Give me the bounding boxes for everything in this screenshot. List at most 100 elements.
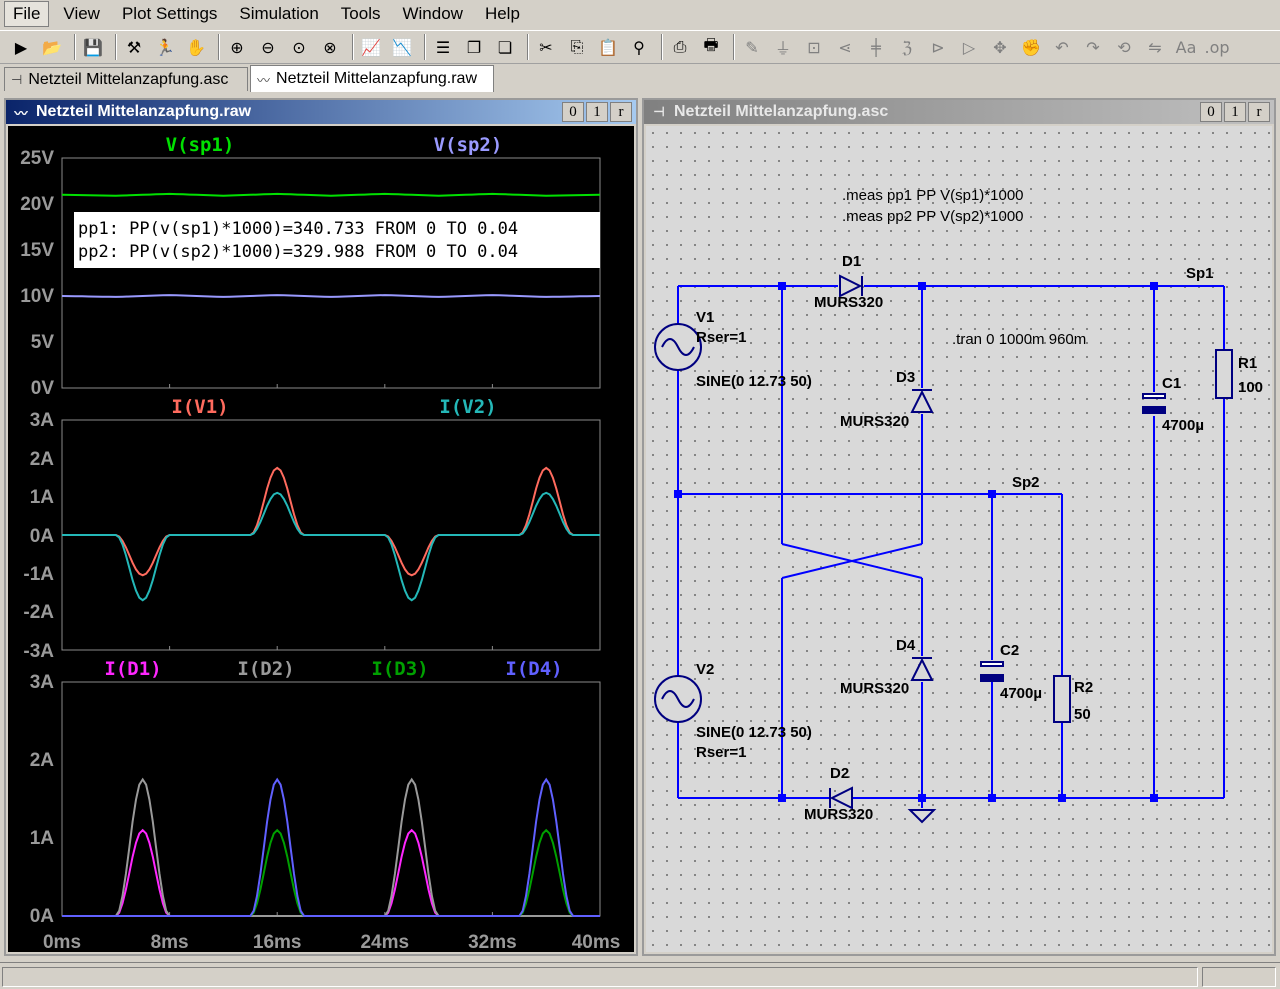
drag-icon[interactable]: ✊ (1018, 34, 1044, 60)
trace-label-id2[interactable]: I(D2) (237, 658, 294, 680)
capacitor-c2[interactable] (980, 661, 1004, 682)
paste-icon[interactable]: 📋 (595, 34, 621, 60)
mirror-icon[interactable]: ⇋ (1142, 34, 1168, 60)
tile-horizontal-icon[interactable]: ☰ (430, 34, 456, 60)
x-tick-label: 16ms (253, 932, 302, 952)
diode-d2[interactable] (829, 786, 853, 810)
y-tick-label: -2A (23, 602, 54, 623)
zoom-cancel-icon[interactable]: ⊗ (317, 34, 343, 60)
zoom-fit-icon[interactable]: ⊙ (286, 34, 312, 60)
voltage-source-v2[interactable] (654, 675, 702, 723)
trace-vsp2[interactable] (61, 294, 601, 298)
trace-label-vsp1[interactable]: V(sp1) (166, 134, 235, 156)
plot-area[interactable]: 25V 20V 15V 10V 5V 0V 3A 2A 1A 0A -1A -2… (8, 126, 634, 953)
copy-icon[interactable]: ⎘ (564, 34, 590, 60)
v2-name: V2 (696, 661, 714, 678)
maximize-button[interactable]: 1 (1224, 102, 1246, 122)
redo-icon[interactable]: ↷ (1080, 34, 1106, 60)
diode-d4[interactable] (910, 657, 934, 681)
cut-icon[interactable]: ✂ (533, 34, 559, 60)
zoom-out-icon[interactable]: ⊖ (255, 34, 281, 60)
halt-icon[interactable]: ✋ (183, 34, 209, 60)
schematic-drawing[interactable]: .meas pp1 PP V(sp1)*1000 .meas pp2 PP V(… (646, 126, 1272, 952)
tran-directive[interactable]: .tran 0 1000m 960m (952, 331, 1086, 348)
tab-waveform[interactable]: 〰 Netzteil Mittelanzapfung.raw (250, 65, 494, 92)
diode-icon[interactable]: ⊳ (925, 34, 951, 60)
junction (1150, 282, 1158, 290)
trace-iv1[interactable] (62, 466, 600, 577)
schematic-canvas[interactable]: .meas pp1 PP V(sp1)*1000 .meas pp2 PP V(… (646, 126, 1272, 952)
menu-help[interactable]: Help (477, 2, 528, 26)
trace-label-id4[interactable]: I(D4) (505, 658, 562, 680)
resistor-icon[interactable]: ⋖ (832, 34, 858, 60)
x-tick-label: 0ms (43, 932, 81, 952)
text-icon[interactable]: Aa (1173, 34, 1199, 60)
component-icon[interactable]: ▷ (956, 34, 982, 60)
menu-tools[interactable]: Tools (333, 2, 389, 26)
voltage-source-v1[interactable] (654, 323, 702, 371)
resistor-r1[interactable] (1215, 349, 1233, 399)
menu-simulation[interactable]: Simulation (231, 2, 326, 26)
trace-label-id1[interactable]: I(D1) (104, 658, 161, 680)
spice-directive-icon[interactable]: .op (1204, 34, 1230, 60)
tile-vertical-icon[interactable]: ❐ (461, 34, 487, 60)
ground-symbol[interactable] (907, 809, 937, 824)
open-icon[interactable]: 📂 (39, 34, 65, 60)
capacitor-c1[interactable] (1142, 393, 1166, 414)
status-pane-main (2, 967, 1198, 987)
trace-vsp1[interactable] (61, 192, 601, 197)
trace-label-iv2[interactable]: I(V2) (439, 396, 496, 418)
measurement-pp2: pp2: PP(v(sp2)*1000)=329.988 FROM 0 TO 0… (78, 242, 518, 262)
waveform-plot[interactable]: 25V 20V 15V 10V 5V 0V 3A 2A 1A 0A -1A -2… (8, 126, 634, 953)
r2-name: R2 (1074, 679, 1093, 696)
run-icon[interactable]: ▶ (8, 34, 34, 60)
ground-icon[interactable]: ⏚ (770, 34, 796, 60)
trace-id4[interactable] (62, 777, 600, 917)
move-icon[interactable]: ✥ (987, 34, 1013, 60)
menu-file[interactable]: File (4, 1, 50, 27)
label-icon[interactable]: ⊡ (801, 34, 827, 60)
print-icon[interactable]: ⎙ (667, 34, 693, 60)
trace-label-id3[interactable]: I(D3) (371, 658, 428, 680)
save-icon[interactable]: 💾 (80, 34, 106, 60)
trace-id3[interactable] (62, 828, 600, 917)
waveform-titlebar[interactable]: 〰 Netzteil Mittelanzapfung.raw 0 1 r (6, 100, 636, 124)
menu-plot-settings[interactable]: Plot Settings (114, 2, 225, 26)
print-setup-icon[interactable]: 🖶 (698, 34, 724, 60)
net-label-sp1[interactable]: Sp1 (1186, 265, 1214, 282)
minimize-button[interactable]: 0 (562, 102, 584, 122)
junction (1058, 794, 1066, 802)
menu-window[interactable]: Window (394, 2, 470, 26)
cascade-icon[interactable]: ❏ (492, 34, 518, 60)
rotate-icon[interactable]: ⟲ (1111, 34, 1137, 60)
meas-directive-2[interactable]: .meas pp2 PP V(sp2)*1000 (842, 208, 1024, 225)
diode-d3[interactable] (910, 389, 934, 413)
diode-d1[interactable] (839, 274, 863, 298)
toolbar-separator (661, 34, 663, 60)
net-label-sp2[interactable]: Sp2 (1012, 474, 1040, 491)
pick-traces-icon[interactable]: 📉 (389, 34, 415, 60)
trace-id2[interactable] (62, 777, 600, 917)
tab-schematic[interactable]: ⊣ Netzteil Mittelanzapfung.asc (4, 67, 248, 91)
inductor-icon[interactable]: ℨ (894, 34, 920, 60)
restore-button[interactable]: r (610, 102, 632, 122)
trace-id1[interactable] (62, 828, 600, 917)
control-panel-icon[interactable]: ⚒ (121, 34, 147, 60)
find-icon[interactable]: ⚲ (626, 34, 652, 60)
trace-label-iv1[interactable]: I(V1) (171, 396, 228, 418)
menu-view[interactable]: View (55, 2, 108, 26)
wire-icon[interactable]: ✎ (739, 34, 765, 60)
trace-label-vsp2[interactable]: V(sp2) (434, 134, 503, 156)
autorange-icon[interactable]: 📈 (358, 34, 384, 60)
meas-directive-1[interactable]: .meas pp1 PP V(sp1)*1000 (842, 187, 1024, 204)
zoom-in-icon[interactable]: ⊕ (224, 34, 250, 60)
run-stop-icon[interactable]: 🏃 (152, 34, 178, 60)
capacitor-icon[interactable]: ╪ (863, 34, 889, 60)
resistor-r2[interactable] (1053, 675, 1071, 723)
undo-icon[interactable]: ↶ (1049, 34, 1075, 60)
maximize-button[interactable]: 1 (586, 102, 608, 122)
trace-iv2[interactable] (62, 491, 600, 602)
minimize-button[interactable]: 0 (1200, 102, 1222, 122)
restore-button[interactable]: r (1248, 102, 1270, 122)
schematic-titlebar[interactable]: ⊣ Netzteil Mittelanzapfung.asc 0 1 r (644, 100, 1274, 124)
